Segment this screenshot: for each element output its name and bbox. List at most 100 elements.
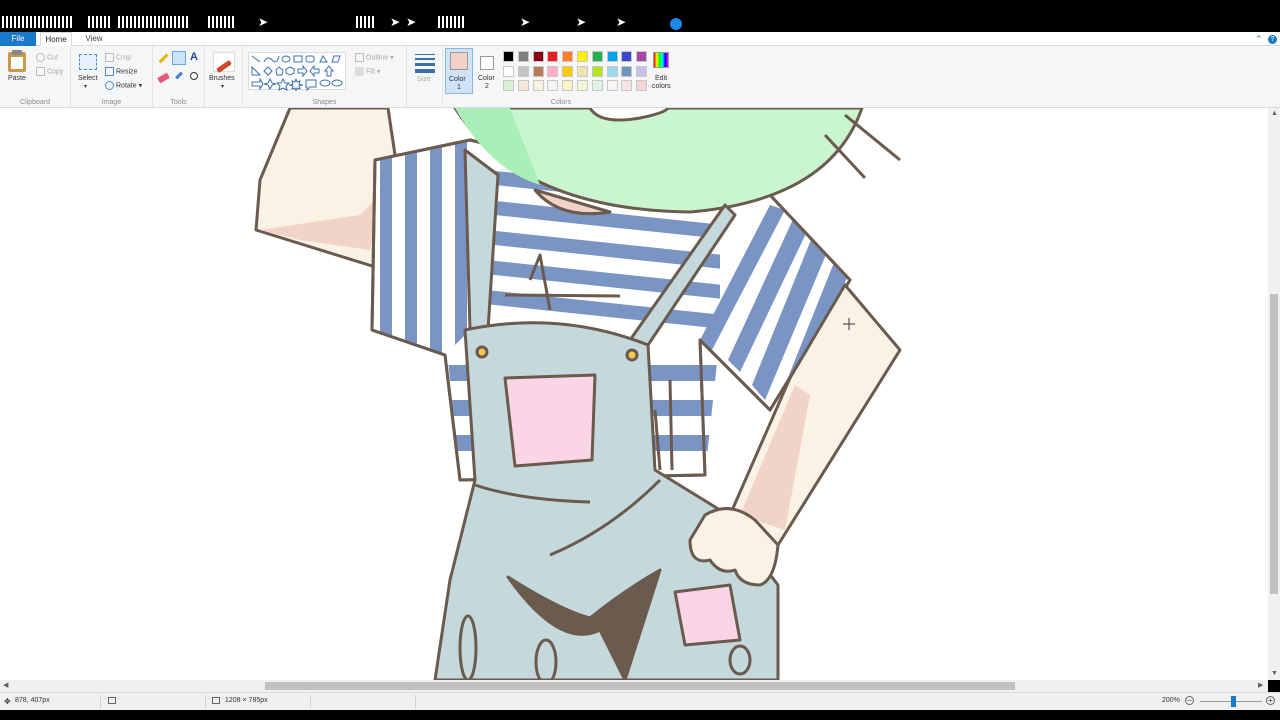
horizontal-scrollbar[interactable]: ◀ ▶ bbox=[0, 680, 1268, 692]
scroll-left-icon[interactable]: ◀ bbox=[3, 681, 8, 689]
brushes-dropdown-icon[interactable]: ▾ bbox=[221, 83, 224, 90]
color1-label: Color bbox=[449, 76, 466, 83]
image-size-icon bbox=[212, 697, 220, 704]
outline-button[interactable]: Outline ▾ bbox=[355, 53, 394, 62]
scroll-down-icon[interactable]: ▼ bbox=[1271, 670, 1278, 677]
color-swatch[interactable] bbox=[547, 65, 559, 77]
title-glitch bbox=[150, 16, 190, 28]
color-swatch[interactable] bbox=[547, 51, 559, 62]
cursor-position-icon: ✥ bbox=[4, 697, 11, 706]
color-swatch[interactable] bbox=[517, 51, 529, 62]
crop-icon bbox=[105, 53, 114, 62]
zoom-out-icon[interactable]: − bbox=[1185, 696, 1194, 705]
colors-group: Color 1 Color 2 Edit colors Colors bbox=[443, 46, 679, 108]
color-picker-icon[interactable] bbox=[175, 71, 183, 80]
selection-size-icon bbox=[108, 697, 116, 704]
brushes-button[interactable]: Brushes bbox=[209, 75, 235, 82]
color2-button[interactable]: Color 2 bbox=[475, 48, 501, 94]
crop-button[interactable]: Crop bbox=[105, 53, 131, 62]
color-swatch[interactable] bbox=[562, 80, 574, 91]
select-dropdown-icon[interactable]: ▾ bbox=[84, 83, 87, 90]
cursor-arrow-icon: ➤ bbox=[390, 15, 401, 29]
horizontal-scroll-thumb[interactable] bbox=[265, 682, 1015, 690]
scissors-icon bbox=[36, 53, 45, 62]
help-icon[interactable]: ? bbox=[1268, 35, 1277, 44]
color1-button[interactable]: Color 1 bbox=[445, 48, 473, 94]
color-swatch[interactable] bbox=[532, 80, 544, 91]
zoom-in-icon[interactable]: + bbox=[1266, 696, 1275, 705]
rotate-button[interactable]: Rotate ▾ bbox=[105, 81, 142, 90]
color-swatch[interactable] bbox=[517, 65, 529, 77]
edit-colors-label-2: colors bbox=[652, 83, 671, 90]
title-glitch bbox=[208, 16, 234, 28]
select-button[interactable]: Select bbox=[78, 75, 97, 82]
shapes-gallery[interactable] bbox=[248, 52, 346, 93]
app-status-icon bbox=[670, 18, 682, 30]
color-swatch[interactable] bbox=[606, 80, 618, 91]
resize-button[interactable]: Resize bbox=[105, 67, 137, 76]
copy-icon bbox=[36, 67, 45, 76]
vertical-scroll-thumb[interactable] bbox=[1270, 294, 1278, 594]
zoom-level: 200% bbox=[1162, 697, 1180, 704]
color-swatch[interactable] bbox=[621, 51, 633, 62]
color-swatch[interactable] bbox=[503, 65, 514, 77]
minimize-ribbon-icon[interactable]: ⌃ bbox=[1255, 34, 1263, 45]
size-button[interactable]: Size bbox=[417, 76, 431, 83]
tab-view[interactable]: View bbox=[78, 32, 110, 46]
eraser-icon[interactable] bbox=[157, 72, 170, 84]
vertical-scrollbar[interactable]: ▲ ▼ bbox=[1268, 108, 1280, 680]
color-swatch[interactable] bbox=[577, 65, 588, 77]
color-swatch[interactable] bbox=[636, 80, 648, 91]
cut-button[interactable]: Cut bbox=[36, 53, 58, 62]
color-swatch[interactable] bbox=[636, 51, 648, 62]
color-swatch[interactable] bbox=[532, 51, 544, 62]
magnifier-icon[interactable] bbox=[190, 72, 198, 80]
text-tool-icon[interactable]: A bbox=[190, 51, 198, 63]
edit-colors-button[interactable]: Edit colors bbox=[649, 48, 679, 94]
scroll-right-icon[interactable]: ▶ bbox=[1258, 681, 1263, 689]
zoom-slider-thumb[interactable] bbox=[1231, 696, 1236, 707]
tab-home[interactable]: Home bbox=[40, 32, 72, 47]
color-swatch[interactable] bbox=[591, 65, 603, 77]
select-icon[interactable] bbox=[79, 54, 97, 70]
clipboard-group-label: Clipboard bbox=[20, 99, 50, 106]
pencil-icon[interactable] bbox=[158, 53, 169, 64]
title-glitch bbox=[88, 16, 110, 28]
color-swatch[interactable] bbox=[591, 80, 603, 91]
line-size-icon[interactable] bbox=[415, 54, 435, 73]
rotate-icon bbox=[105, 81, 114, 90]
color-swatch[interactable] bbox=[606, 65, 618, 77]
color-swatch[interactable] bbox=[636, 65, 648, 77]
color-swatch[interactable] bbox=[532, 65, 544, 77]
fill-icon bbox=[355, 67, 364, 76]
color-swatch[interactable] bbox=[591, 51, 603, 62]
color-swatch[interactable] bbox=[517, 80, 529, 91]
color-swatch[interactable] bbox=[621, 65, 633, 77]
fill-button[interactable]: Fill ▾ bbox=[355, 67, 380, 76]
color-swatch[interactable] bbox=[503, 80, 514, 91]
clipboard-group: Paste Cut Copy Clipboard bbox=[0, 46, 71, 108]
color-swatch[interactable] bbox=[503, 51, 514, 62]
copy-button[interactable]: Copy bbox=[36, 67, 63, 76]
color-swatch[interactable] bbox=[621, 80, 633, 91]
fill-bucket-icon[interactable] bbox=[172, 51, 186, 65]
color1-swatch bbox=[450, 52, 468, 70]
color-swatch[interactable] bbox=[577, 51, 588, 62]
status-divider bbox=[415, 695, 416, 708]
tab-file[interactable]: File bbox=[0, 32, 36, 46]
color-swatch[interactable] bbox=[562, 51, 574, 62]
tools-group-label: Tools bbox=[170, 99, 187, 106]
color-swatch[interactable] bbox=[577, 80, 588, 91]
color-swatch[interactable] bbox=[547, 80, 559, 91]
brush-icon[interactable] bbox=[213, 52, 235, 74]
color-swatch[interactable] bbox=[562, 65, 574, 77]
drawing-canvas[interactable] bbox=[0, 108, 1268, 680]
paste-button[interactable]: Paste bbox=[8, 75, 26, 82]
cursor-arrow-icon: ➤ bbox=[576, 15, 587, 29]
scroll-up-icon[interactable]: ▲ bbox=[1271, 110, 1278, 117]
shapes-group-label: Shapes bbox=[312, 99, 337, 106]
paste-icon[interactable] bbox=[8, 50, 26, 72]
outline-icon bbox=[355, 53, 364, 62]
drawing-artwork bbox=[254, 108, 902, 680]
color-swatch[interactable] bbox=[606, 51, 618, 62]
